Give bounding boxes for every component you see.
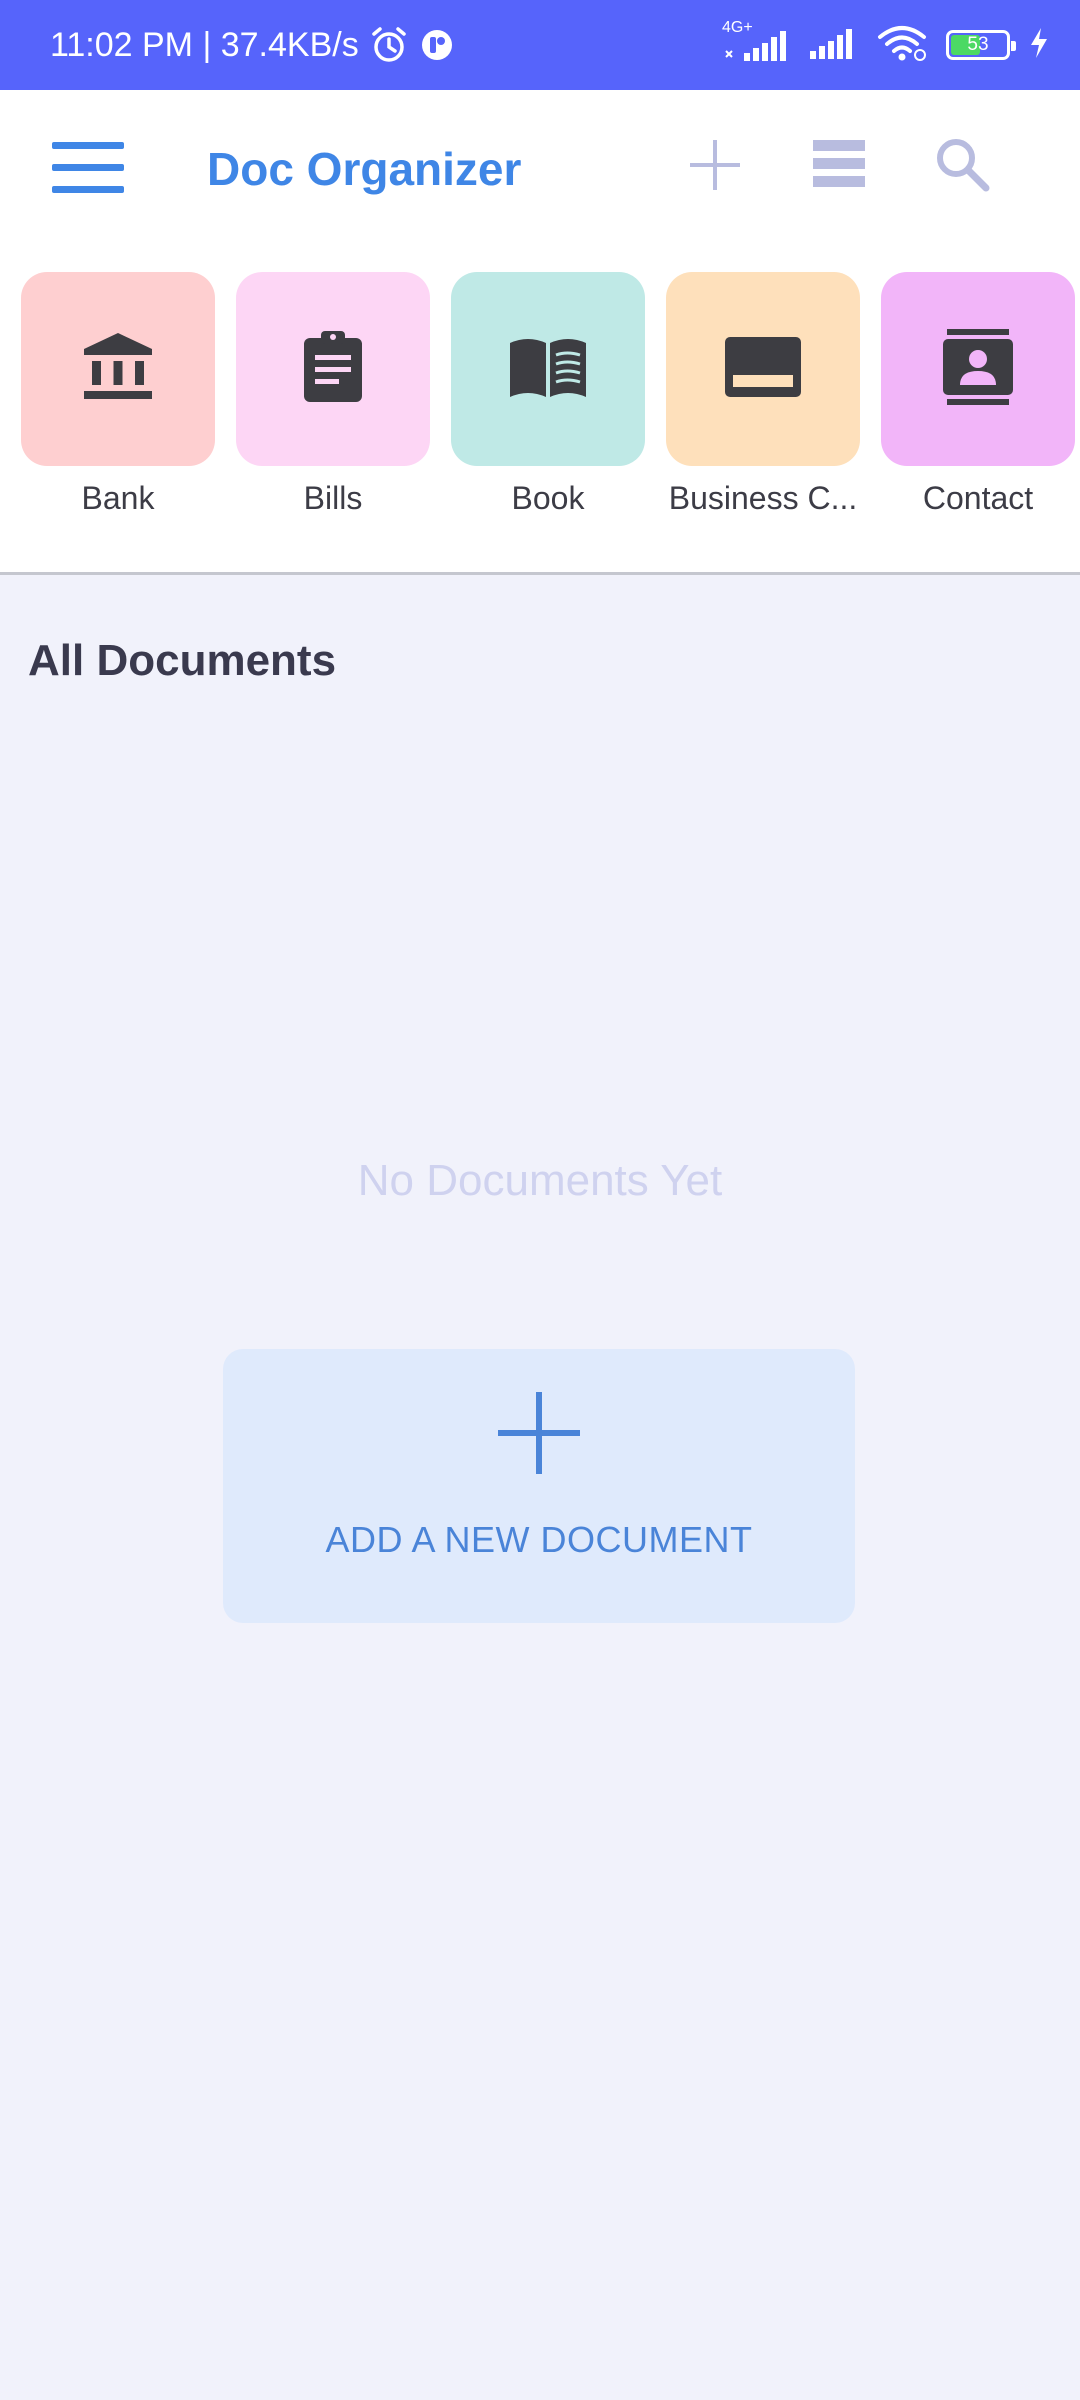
category-label: Book [511,480,585,516]
category-tile[interactable] [881,272,1075,466]
category-contact[interactable]: Contact [881,272,1075,517]
category-business-card[interactable]: Business C... [666,272,860,517]
signal-icon: 4G+ [722,19,790,65]
category-strip: Bank Bills Book Business C... Contact [0,245,1080,575]
card-icon [723,327,803,412]
signal-icon-2 [808,23,858,68]
add-new-document-label: ADD A NEW DOCUMENT [325,1519,753,1560]
section-title: All Documents [28,636,337,685]
status-right: 4G+ 53 [722,0,1050,90]
category-bank[interactable]: Bank [21,272,215,517]
add-icon[interactable] [680,130,750,200]
status-time-speed: 11:02 PM | 37.4KB/s [50,25,359,64]
clipboard-icon [293,327,373,412]
search-icon[interactable] [928,130,998,200]
app-bar: Doc Organizer [0,90,1080,245]
empty-state-message: No Documents Yet [357,1156,723,1205]
alarm-icon [369,25,409,65]
battery-level: 53 [967,34,989,55]
plus-icon [496,1390,582,1476]
network-type: 4G+ [722,19,753,36]
app-title: Doc Organizer [207,143,522,195]
charging-icon [1028,26,1050,65]
menu-icon[interactable] [52,142,124,194]
battery-icon: 53 [946,30,1016,60]
category-label: Bills [303,480,363,516]
category-book[interactable]: Book [451,272,645,517]
contact-icon [938,327,1018,412]
app-notification-icon [419,27,455,63]
view-list-icon[interactable] [804,130,874,200]
wifi-icon [876,23,928,68]
category-tile[interactable] [451,272,645,466]
add-new-document-button[interactable]: ADD A NEW DOCUMENT [223,1349,855,1623]
category-label: Bank [81,480,155,516]
category-tile[interactable] [21,272,215,466]
bank-icon [78,327,158,412]
book-icon [508,327,588,412]
category-label: Contact [922,480,1034,516]
category-bills[interactable]: Bills [236,272,430,517]
category-label: Business C... [668,480,858,516]
status-bar: 11:02 PM | 37.4KB/s 4G+ 53 [0,0,1080,90]
category-tile[interactable] [236,272,430,466]
status-left: 11:02 PM | 37.4KB/s [50,0,455,90]
category-tile[interactable] [666,272,860,466]
